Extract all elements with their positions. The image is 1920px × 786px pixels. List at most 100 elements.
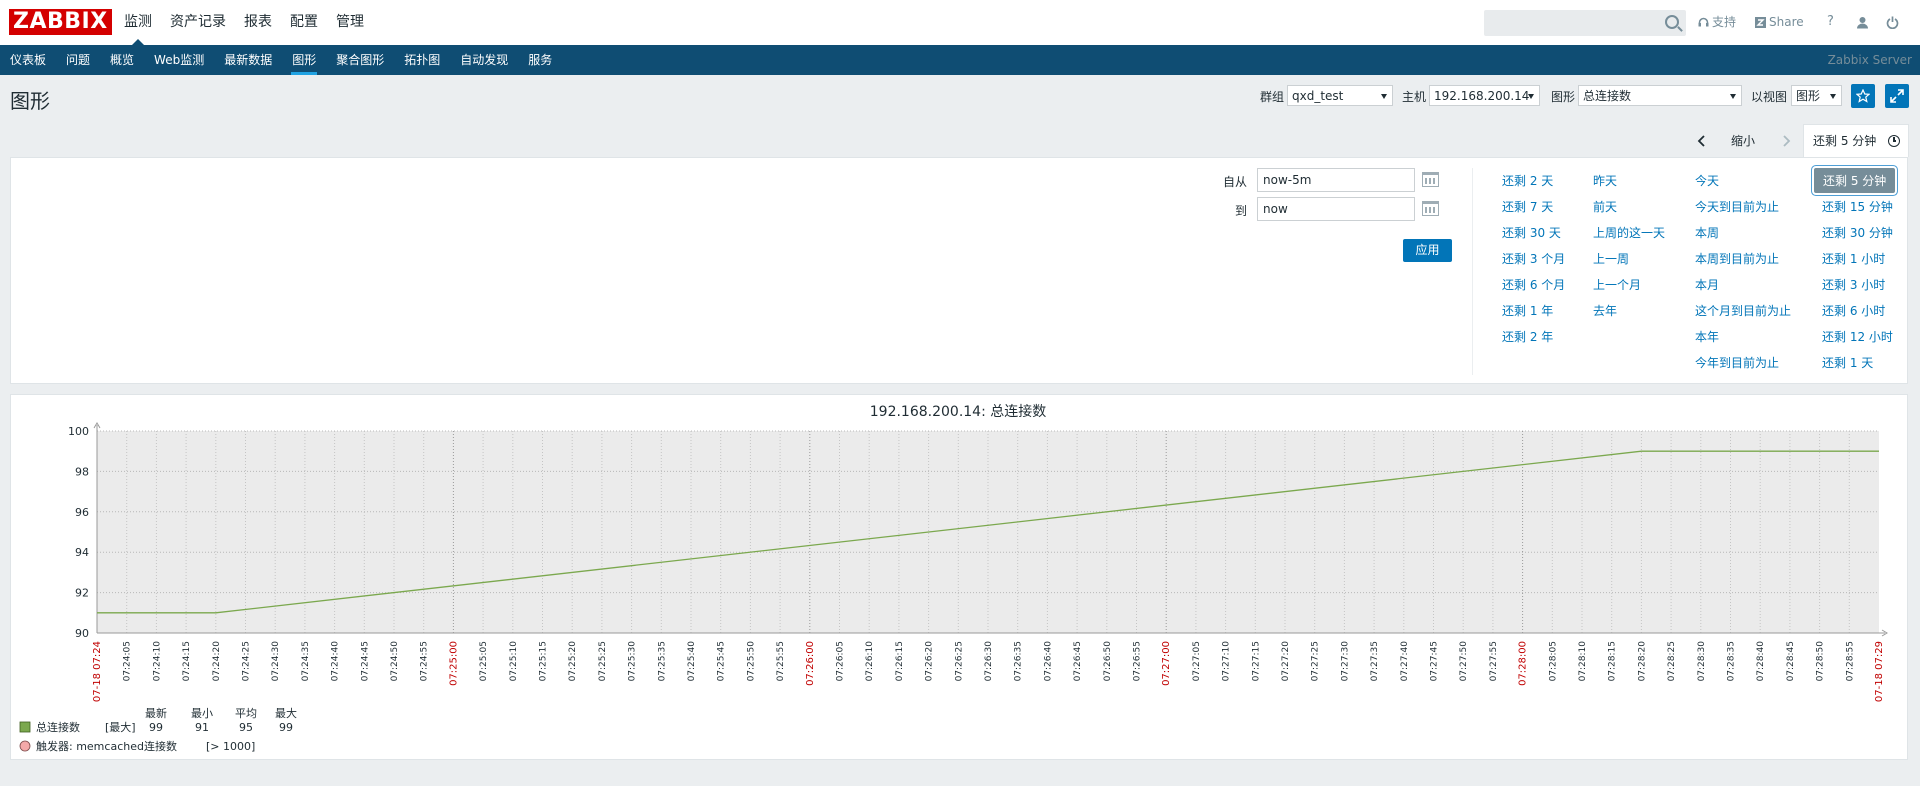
subnav-latest-data[interactable]: 最新数据: [214, 45, 282, 75]
sign-out-link[interactable]: [1886, 0, 1899, 44]
time-filter-panel: 自从 now-5m 到 now 应用 还剩 2 天 还剩 7 天 还剩 30 天…: [10, 157, 1908, 384]
host-select[interactable]: 192.168.200.14: [1429, 85, 1540, 106]
subnav-discovery[interactable]: 自动发现: [450, 45, 518, 75]
legend-header: 最小: [191, 707, 213, 720]
subnav-overview[interactable]: 概览: [100, 45, 144, 75]
calendar-icon[interactable]: [1422, 172, 1439, 187]
quick-range-previous-week[interactable]: 上一周: [1593, 250, 1629, 267]
x-tick-label: 07:26:30: [984, 641, 994, 682]
from-label: 自从: [1223, 175, 1248, 189]
y-tick-label: 96: [75, 506, 89, 519]
to-input[interactable]: now: [1257, 197, 1415, 221]
quick-range-last-3-hours[interactable]: 还剩 3 小时: [1822, 276, 1885, 293]
quick-range-last-2-days[interactable]: 还剩 2 天: [1502, 172, 1553, 189]
add-to-favorites-button[interactable]: [1851, 84, 1875, 108]
quick-range-this-year-so-far[interactable]: 今年到目前为止: [1695, 354, 1779, 371]
share-label: Share: [1769, 15, 1804, 29]
x-tick-label: 07:26:05: [836, 641, 846, 681]
nav-reports[interactable]: 报表: [235, 0, 281, 45]
graph-select[interactable]: 总连接数: [1578, 85, 1742, 106]
quick-range-last-6-months[interactable]: 还剩 6 个月: [1502, 276, 1565, 293]
quick-range-today-so-far[interactable]: 今天到目前为止: [1695, 198, 1779, 215]
x-tick-label: 07:27:30: [1340, 641, 1350, 682]
subnav-web[interactable]: Web监测: [144, 45, 214, 75]
quick-range-last-3-months[interactable]: 还剩 3 个月: [1502, 250, 1565, 267]
quick-range-this-month-so-far[interactable]: 这个月到目前为止: [1695, 302, 1791, 319]
previous-period-button[interactable]: [1697, 127, 1706, 155]
top-header: ZABBIX 监测 资产记录 报表 配置 管理 支持 Share ?: [0, 0, 1920, 46]
user-profile-link[interactable]: [1856, 0, 1869, 44]
search-input[interactable]: [1484, 10, 1686, 36]
graph-chart[interactable]: 192.168.200.14: 总连接数 90 92 94 96 98 100 07:24:0…: [11, 395, 1907, 759]
quick-range-last-30-days[interactable]: 还剩 30 天: [1502, 224, 1561, 241]
subnav-screens[interactable]: 聚合图形: [326, 45, 394, 75]
x-tick-label: 07:27:35: [1370, 641, 1380, 681]
zoom-out-button[interactable]: 缩小: [1731, 127, 1755, 155]
nav-administration[interactable]: 管理: [327, 0, 373, 45]
quick-range-this-day-last-week[interactable]: 上周的这一天: [1593, 224, 1665, 241]
graph-panel: 192.168.200.14: 总连接数 90 92 94 96 98 100 07:24:0…: [10, 394, 1908, 760]
quick-range-last-30-minutes[interactable]: 还剩 30 分钟: [1822, 224, 1893, 241]
search-icon[interactable]: [1665, 15, 1679, 29]
server-name: Zabbix Server: [1827, 53, 1912, 67]
quick-range-this-week-so-far[interactable]: 本周到目前为止: [1695, 250, 1779, 267]
x-tick-label: 07:28:45: [1786, 641, 1796, 681]
x-tick-label: 07:24:30: [271, 641, 281, 682]
legend-item-min: 91: [195, 721, 209, 734]
main-nav: 监测 资产记录 报表 配置 管理: [115, 0, 373, 45]
share-link[interactable]: Share: [1755, 0, 1804, 44]
sub-nav: 仪表板 问题 概览 Web监测 最新数据 图形 聚合图形 拓扑图 自动发现 服务…: [0, 45, 1920, 75]
subnav-problems[interactable]: 问题: [56, 45, 100, 75]
quick-range-this-week[interactable]: 本周: [1695, 224, 1719, 241]
quick-range-last-1-day[interactable]: 还剩 1 天: [1822, 354, 1873, 371]
x-tick-label: 07:28:35: [1727, 641, 1737, 681]
page-title: 图形: [10, 89, 50, 113]
quick-range-this-month[interactable]: 本月: [1695, 276, 1719, 293]
nav-inventory[interactable]: 资产记录: [161, 0, 235, 45]
quick-range-last-5-minutes[interactable]: 还剩 5 分钟: [1814, 168, 1896, 193]
subnav-maps[interactable]: 拓扑图: [394, 45, 450, 75]
x-tick-label: 07:26:15: [895, 641, 905, 681]
x-tick-label: 07:28:05: [1548, 641, 1558, 681]
apply-button[interactable]: 应用: [1403, 239, 1452, 262]
quick-range-previous-year[interactable]: 去年: [1593, 302, 1617, 319]
subnav-services[interactable]: 服务: [518, 45, 562, 75]
quick-range-previous-month[interactable]: 上一个月: [1593, 276, 1641, 293]
quick-range-last-12-hours[interactable]: 还剩 12 小时: [1822, 328, 1893, 345]
view-as-select[interactable]: 图形: [1791, 85, 1842, 106]
nav-configuration[interactable]: 配置: [281, 0, 327, 45]
x-tick-label: 07:28:40: [1756, 641, 1766, 682]
quick-range-last-1-year[interactable]: 还剩 1 年: [1502, 302, 1553, 319]
zabbix-logo[interactable]: ZABBIX: [9, 9, 112, 35]
time-filter-tab[interactable]: 还剩 5 分钟: [1803, 124, 1909, 157]
from-input[interactable]: now-5m: [1257, 168, 1415, 192]
time-filter-tab-label: 还剩 5 分钟: [1813, 134, 1877, 148]
star-icon: [1855, 88, 1871, 103]
quick-range-last-7-days[interactable]: 还剩 7 天: [1502, 198, 1553, 215]
quick-range-today[interactable]: 今天: [1695, 172, 1719, 189]
fullscreen-button[interactable]: [1885, 84, 1909, 108]
quick-range-day-before-yesterday[interactable]: 前天: [1593, 198, 1617, 215]
chevron-down-icon: [1730, 94, 1736, 99]
help-link[interactable]: ?: [1827, 0, 1834, 44]
subnav-dashboard[interactable]: 仪表板: [0, 45, 56, 75]
quick-range-last-2-years[interactable]: 还剩 2 年: [1502, 328, 1553, 345]
subnav-graphs[interactable]: 图形: [282, 45, 326, 75]
view-as-select-value: 图形: [1796, 89, 1821, 103]
quick-range-this-year[interactable]: 本年: [1695, 328, 1719, 345]
legend-header: 平均: [235, 707, 257, 720]
x-tick-label: 07:26:25: [954, 641, 964, 681]
nav-monitoring[interactable]: 监测: [115, 0, 161, 45]
calendar-icon[interactable]: [1422, 201, 1439, 216]
chevron-down-icon: [1830, 94, 1836, 99]
support-link[interactable]: 支持: [1698, 0, 1736, 44]
quick-range-last-1-hour[interactable]: 还剩 1 小时: [1822, 250, 1885, 267]
group-select[interactable]: qxd_test: [1287, 85, 1393, 106]
x-tick-label: 07:28:20: [1637, 641, 1647, 682]
quick-range-last-15-minutes[interactable]: 还剩 15 分钟: [1822, 198, 1893, 215]
quick-range-last-6-hours[interactable]: 还剩 6 小时: [1822, 302, 1885, 319]
quick-range-yesterday[interactable]: 昨天: [1593, 172, 1617, 189]
next-period-button[interactable]: [1782, 127, 1791, 155]
x-tick-label: 07:25:10: [509, 641, 519, 682]
legend-item-name: 总连接数: [36, 720, 80, 734]
